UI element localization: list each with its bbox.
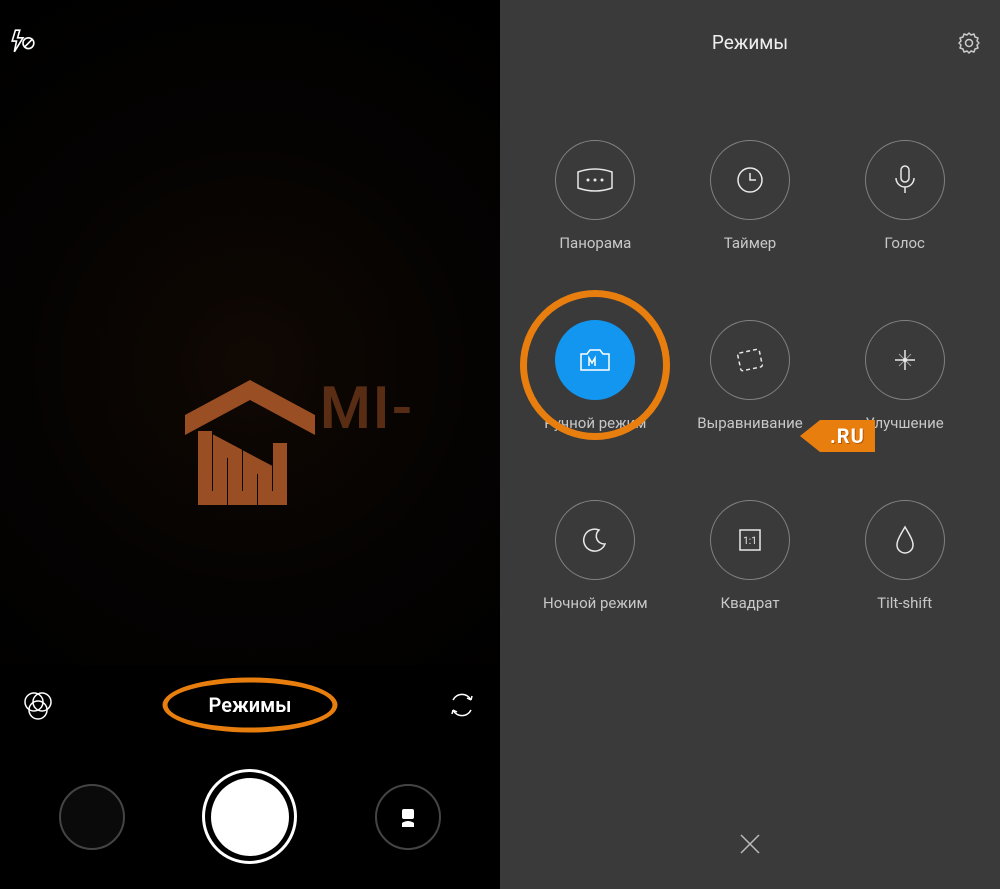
mi-box-logo-icon	[165, 360, 335, 510]
highlight-ellipse	[163, 678, 338, 733]
mode-label: Ручной режим	[544, 414, 646, 432]
mode-label-wrap[interactable]: Режимы	[58, 693, 442, 717]
settings-button[interactable]	[956, 30, 982, 60]
mode-label: Улучшение	[866, 414, 944, 432]
manual-mode-icon	[555, 320, 635, 400]
mode-label: Таймер	[724, 234, 776, 252]
mode-label: Голос	[884, 234, 924, 252]
mode-enhance[interactable]: Улучшение	[827, 320, 982, 500]
timer-icon	[710, 140, 790, 220]
mode-square[interactable]: 1:1 Квадрат	[673, 500, 828, 680]
moon-icon	[555, 500, 635, 580]
mode-straighten[interactable]: Выравнивание	[673, 320, 828, 500]
drop-icon	[865, 500, 945, 580]
mode-label: Квадрат	[720, 594, 779, 612]
flash-auto-icon[interactable]	[10, 28, 36, 58]
mode-voice[interactable]: Голос	[827, 140, 982, 320]
gear-icon	[956, 30, 982, 56]
mode-label: Выравнивание	[697, 414, 802, 432]
modes-header: Режимы	[500, 0, 1000, 85]
straighten-icon	[710, 320, 790, 400]
mode-label: Tilt-shift	[877, 594, 932, 612]
mode-panorama[interactable]: Панорама	[518, 140, 673, 320]
watermark-text: MI-	[320, 375, 415, 443]
mode-night[interactable]: Ночной режим	[518, 500, 673, 680]
mode-manual[interactable]: Ручной режим	[518, 320, 673, 500]
gallery-thumbnail[interactable]	[59, 784, 125, 850]
close-icon	[737, 831, 763, 857]
panorama-icon	[555, 140, 635, 220]
viewfinder: MI-	[0, 0, 500, 665]
sparkle-icon	[865, 320, 945, 400]
video-toggle-button[interactable]	[375, 784, 441, 850]
ru-watermark-badge: .RU	[800, 420, 875, 452]
modes-title: Режимы	[712, 31, 788, 54]
svg-text:1:1: 1:1	[743, 536, 757, 547]
mode-timer[interactable]: Таймер	[673, 140, 828, 320]
close-button[interactable]	[737, 831, 763, 861]
filters-icon[interactable]	[18, 685, 58, 725]
mode-tiltshift[interactable]: Tilt-shift	[827, 500, 982, 680]
mode-label: Ночной режим	[543, 594, 648, 612]
bottom-controls	[0, 744, 500, 889]
camera-viewfinder-pane: MI- Режимы	[0, 0, 500, 889]
switch-camera-front-back-icon[interactable]	[442, 685, 482, 725]
modes-grid: Панорама Таймер Голос Ручной режим В	[500, 85, 1000, 680]
arrow-left-icon	[800, 420, 820, 452]
ru-badge-text: .RU	[820, 420, 875, 452]
modes-panel: Режимы Панорама Таймер Голос	[500, 0, 1000, 889]
microphone-icon	[865, 140, 945, 220]
mode-selector-row: Режимы	[0, 670, 500, 740]
mode-label: Панорама	[559, 234, 631, 252]
square-crop-icon: 1:1	[710, 500, 790, 580]
shutter-inner	[211, 778, 289, 856]
shutter-button[interactable]	[202, 769, 297, 864]
